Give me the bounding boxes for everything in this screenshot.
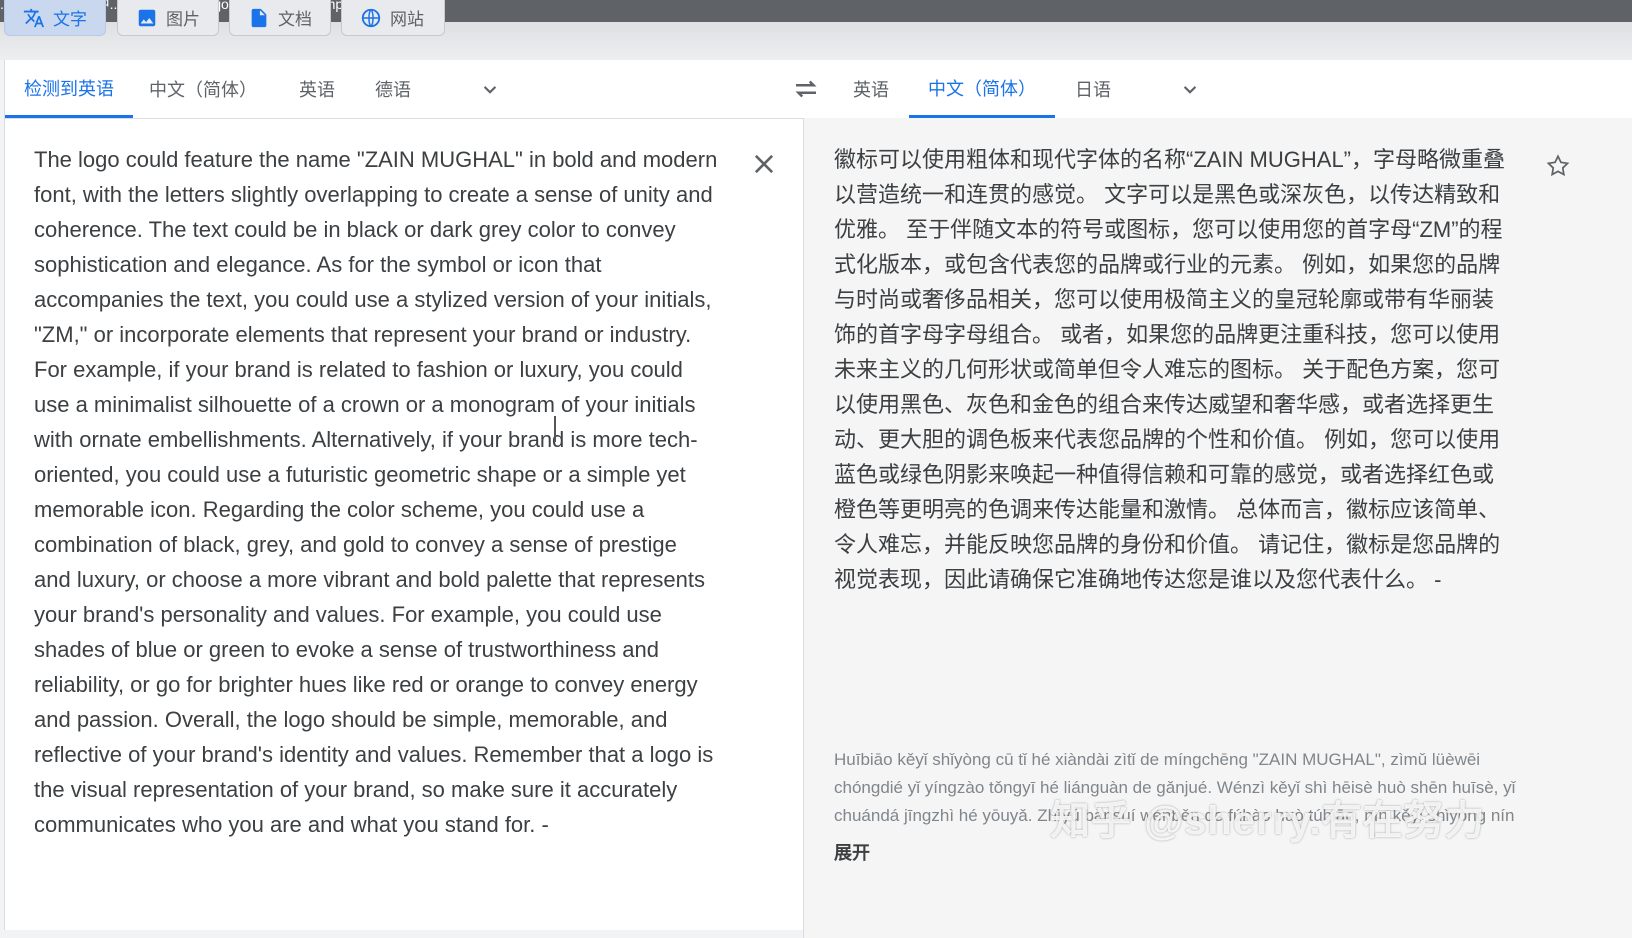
- source-text-input[interactable]: The logo could feature the name "ZAIN MU…: [34, 142, 746, 842]
- mode-label: 网站: [390, 10, 424, 29]
- star-icon[interactable]: [1545, 153, 1571, 179]
- expand-button[interactable]: 展开: [834, 839, 870, 865]
- document-icon: [251, 8, 267, 27]
- tab-source-english[interactable]: 英语: [287, 60, 347, 118]
- tab-source-chinese[interactable]: 中文（简体）: [143, 60, 263, 118]
- mode-document-button[interactable]: 文档: [229, 0, 331, 36]
- translate-icon: [23, 8, 45, 27]
- clear-source-icon[interactable]: [750, 150, 778, 178]
- watermark: 知乎 @sherry.有在努力: [1050, 799, 1486, 843]
- tab-detect-language[interactable]: 检测到英语: [5, 60, 133, 118]
- translator-card: 检测到英语 中文（简体） 英语 德语 英语 中文（简体） 日语 The logo…: [4, 60, 1632, 938]
- mode-website-button[interactable]: 网站: [341, 0, 445, 36]
- text-cursor: [554, 416, 556, 442]
- mode-image-button[interactable]: 图片: [117, 0, 219, 36]
- language-bar: 检测到英语 中文（简体） 英语 德语 英语 中文（简体） 日语: [5, 60, 1632, 119]
- source-language-dropdown-icon[interactable]: [477, 76, 503, 102]
- mode-label: 文字: [53, 10, 87, 29]
- translation-output: 徽标可以使用粗体和现代字体的名称“ZAIN MUGHAL”，字母略微重叠 以营造…: [834, 147, 1506, 592]
- mode-toolbar: ...在计算机世界中...ChatGPT + Midjourney之后使用.mp…: [0, 0, 1632, 60]
- globe-icon: [361, 8, 381, 27]
- mode-label: 图片: [166, 10, 200, 29]
- mode-label: 文档: [278, 10, 312, 29]
- target-language-dropdown-icon[interactable]: [1177, 76, 1203, 102]
- tab-target-english[interactable]: 英语: [841, 60, 901, 118]
- tab-source-german[interactable]: 德语: [363, 60, 423, 118]
- tab-target-chinese[interactable]: 中文（简体）: [909, 60, 1055, 118]
- image-icon: [138, 9, 156, 26]
- mode-text-button[interactable]: 文字: [4, 0, 106, 36]
- tab-target-japanese[interactable]: 日语: [1063, 60, 1123, 118]
- swap-languages-icon[interactable]: [791, 74, 821, 104]
